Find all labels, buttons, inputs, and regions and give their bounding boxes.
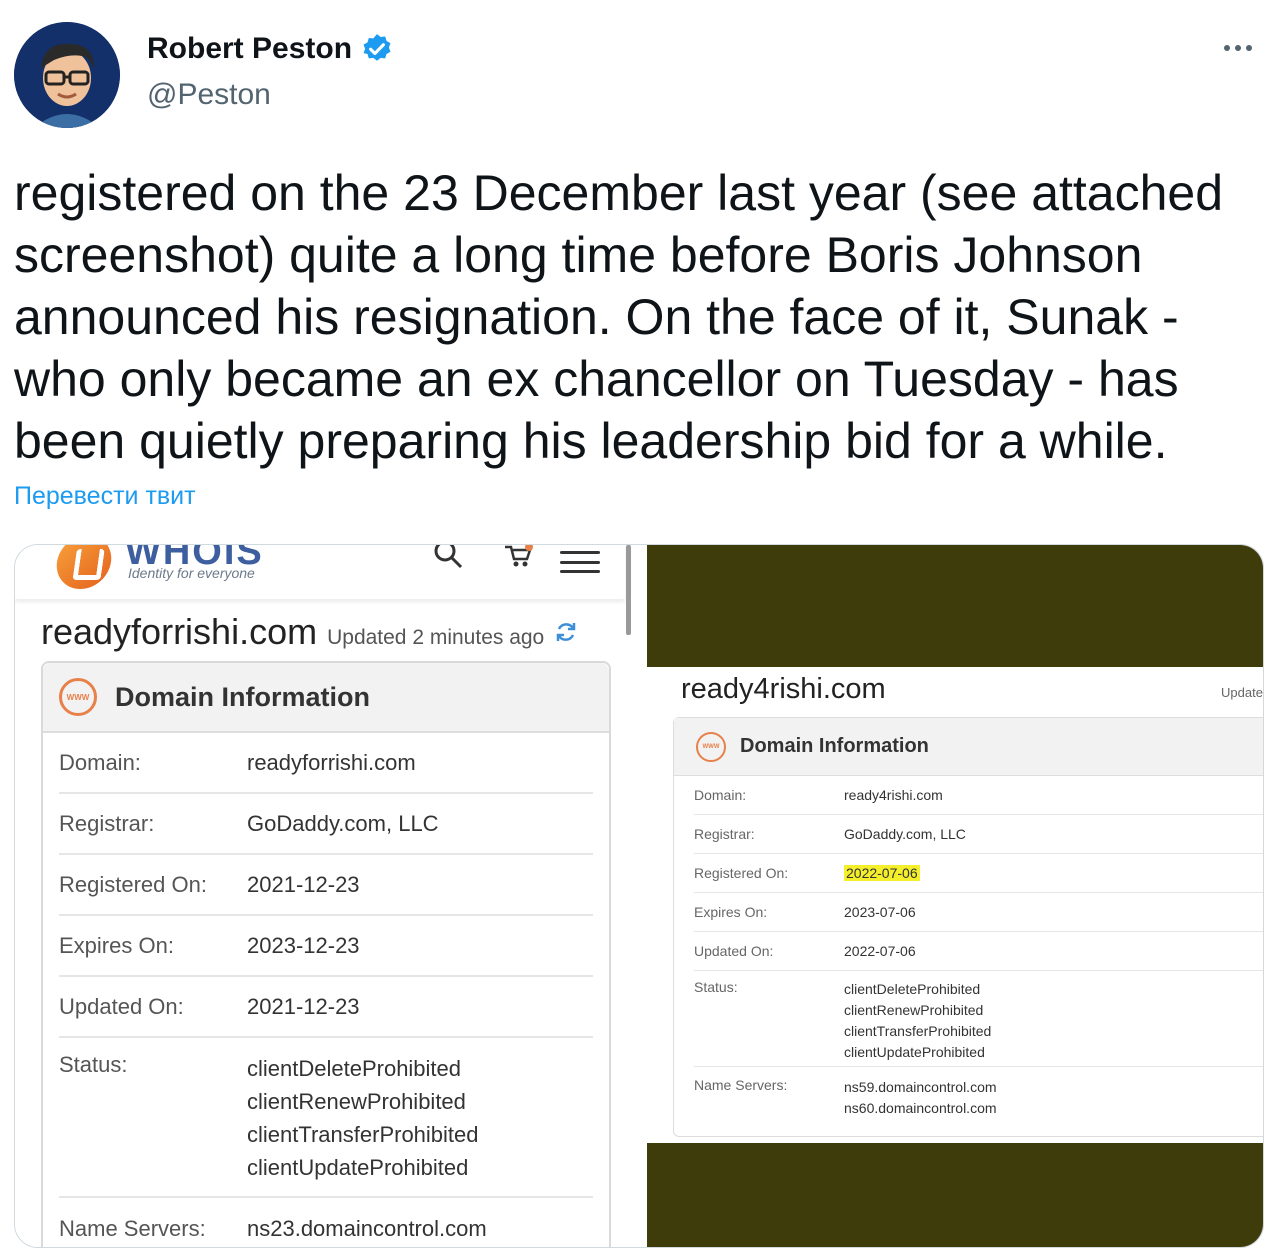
row-label: Status: xyxy=(694,979,738,995)
card-title: Domain Information xyxy=(740,735,929,757)
updated-text: Updated 2 minutes ago xyxy=(327,626,545,649)
row-value: ns23.domaincontrol.com xyxy=(247,1216,487,1241)
search-icon xyxy=(434,545,463,569)
status-value: clientRenewProhibited xyxy=(247,1089,466,1114)
row-value: 2021-12-23 xyxy=(247,872,360,897)
scrollbar xyxy=(626,545,631,635)
domain-name: readyforrishi.com xyxy=(41,611,318,652)
updated-text: Update xyxy=(1221,685,1263,700)
status-value: clientRenewProhibited xyxy=(844,1002,984,1018)
status-value: clientUpdateProhibited xyxy=(844,1044,985,1060)
row-registered-on: Registered On: 2022-07-06 xyxy=(694,854,1263,893)
row-name-servers: Name Servers: ns23.domaincontrol.com xyxy=(59,1198,593,1247)
row-label: Registrar: xyxy=(694,826,755,842)
tweet-text: registered on the 23 December last year … xyxy=(14,165,1224,469)
row-value: 2022-07-06 xyxy=(844,942,916,959)
left-screenshot[interactable]: WHOIS Identity for everyone readyforrish… xyxy=(15,545,639,1247)
row-name-servers: Name Servers: ns59.domaincontrol.com ns6… xyxy=(694,1067,1263,1121)
row-value: ready4rishi.com xyxy=(844,786,943,803)
domain-info-card: WWW Domain Information Domain: ready4ris… xyxy=(673,717,1263,1137)
card-title: Domain Information xyxy=(115,681,370,712)
row-registrar: Registrar: GoDaddy.com, LLC xyxy=(694,815,1263,854)
status-value: clientTransferProhibited xyxy=(844,1023,992,1039)
tweet-media[interactable]: WHOIS Identity for everyone readyforrish… xyxy=(14,544,1264,1248)
row-value: 2021-12-23 xyxy=(247,994,360,1019)
whois-logo-icon xyxy=(53,545,115,589)
domain-title: readyforrishi.com Updated 2 minutes ago xyxy=(41,611,578,653)
row-value: GoDaddy.com, LLC xyxy=(247,811,439,836)
www-icon: WWW xyxy=(59,678,97,716)
row-label: Expires On: xyxy=(59,932,174,958)
status-value: clientUpdateProhibited xyxy=(247,1155,469,1180)
more-options-icon[interactable] xyxy=(1218,36,1258,60)
row-value: 2023-07-06 xyxy=(844,903,916,920)
menu-icon xyxy=(560,551,600,573)
row-label: Name Servers: xyxy=(59,1215,206,1241)
ns-value: ns59.domaincontrol.com xyxy=(844,1079,997,1095)
refresh-icon xyxy=(557,623,576,641)
domain-name: ready4rishi.com xyxy=(681,673,886,705)
whois-header: WHOIS Identity for everyone xyxy=(15,545,625,599)
verified-badge-icon xyxy=(363,34,391,61)
row-label: Domain: xyxy=(59,749,141,775)
author-name-row[interactable]: Robert Peston xyxy=(147,32,394,66)
info-rows: Domain: readyforrishi.com Registrar: GoD… xyxy=(43,733,609,1247)
whois-tagline: Identity for everyone xyxy=(128,565,255,581)
translate-tweet-link[interactable]: Перевести твит xyxy=(14,482,196,511)
status-values: clientDeleteProhibited clientRenewProhib… xyxy=(247,1052,479,1184)
row-expires-on: Expires On: 2023-07-06 xyxy=(694,893,1263,932)
author-handle[interactable]: @Peston xyxy=(147,78,271,112)
row-label: Name Servers: xyxy=(694,1077,788,1093)
www-icon: WWW xyxy=(696,731,726,762)
info-rows: Domain: ready4rishi.com Registrar: GoDad… xyxy=(674,776,1263,1121)
row-expires-on: Expires On: 2023-12-23 xyxy=(59,916,593,977)
row-label: Status: xyxy=(59,1052,128,1077)
row-label: Registrar: xyxy=(59,810,155,836)
row-domain: Domain: readyforrishi.com xyxy=(59,733,593,794)
row-domain: Domain: ready4rishi.com xyxy=(694,776,1263,815)
row-label: Updated On: xyxy=(694,943,774,959)
row-value: 2023-12-23 xyxy=(247,933,360,958)
highlighted-date: 2022-07-06 xyxy=(844,864,920,881)
row-registrar: Registrar: GoDaddy.com, LLC xyxy=(59,794,593,855)
ns-values: ns59.domaincontrol.com ns60.domaincontro… xyxy=(844,1077,997,1119)
row-status: Status: clientDeleteProhibited clientRen… xyxy=(694,971,1263,1067)
status-values: clientDeleteProhibited clientRenewProhib… xyxy=(844,979,991,1063)
row-value: readyforrishi.com xyxy=(247,750,416,775)
row-status: Status: clientDeleteProhibited clientRen… xyxy=(59,1038,593,1198)
cart-icon xyxy=(505,545,533,567)
right-screenshot[interactable]: ready4rishi.com Update WWW Domain Inform… xyxy=(643,545,1263,1247)
status-value: clientDeleteProhibited xyxy=(844,981,981,997)
right-page: ready4rishi.com Update WWW Domain Inform… xyxy=(643,667,1263,1143)
domain-info-card: WWW Domain Information Domain: readyforr… xyxy=(41,661,611,1247)
status-value: clientDeleteProhibited xyxy=(247,1056,462,1081)
card-header: WWW Domain Information xyxy=(43,663,609,733)
row-label: Registered On: xyxy=(694,865,789,881)
row-updated-on: Updated On: 2022-07-06 xyxy=(694,932,1263,971)
row-registered-on: Registered On: 2021-12-23 xyxy=(59,855,593,916)
row-value: GoDaddy.com, LLC xyxy=(844,825,966,842)
row-updated-on: Updated On: 2021-12-23 xyxy=(59,977,593,1038)
author-name[interactable]: Robert Peston xyxy=(147,32,352,66)
card-header: WWW Domain Information xyxy=(674,718,1263,776)
row-label: Updated On: xyxy=(59,993,184,1019)
row-label: Expires On: xyxy=(694,904,768,920)
avatar-illustration xyxy=(14,22,120,128)
ns-value: ns60.domaincontrol.com xyxy=(844,1100,997,1116)
row-label: Domain: xyxy=(694,787,747,803)
avatar[interactable] xyxy=(14,22,120,128)
row-label: Registered On: xyxy=(59,871,207,897)
row-value: 2022-07-06 xyxy=(844,863,920,884)
status-value: clientTransferProhibited xyxy=(247,1122,479,1147)
